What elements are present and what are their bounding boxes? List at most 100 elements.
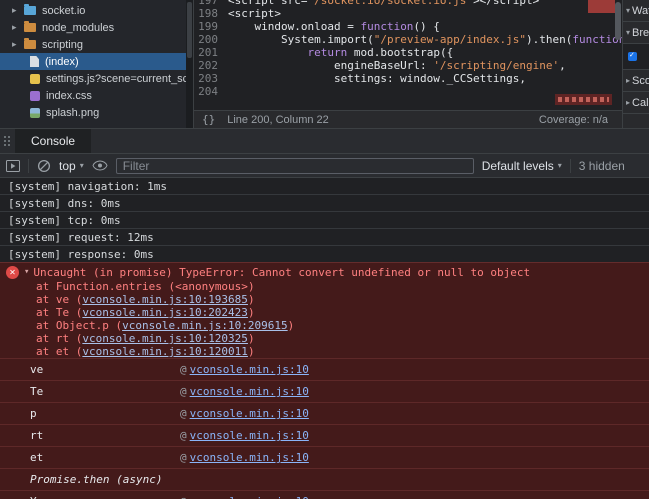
tree-item[interactable]: settings.js?scene=current_sc (0, 70, 186, 87)
tree-item[interactable]: ▸ scripting (0, 36, 186, 53)
tree-item[interactable]: ▸ node_modules (0, 19, 186, 36)
stack-frame-prefix: at rt ( (36, 332, 83, 345)
pretty-print-button[interactable]: {} (202, 113, 215, 126)
stack-frame-suffix: ) (247, 332, 255, 345)
code-token: System.import( (228, 33, 374, 46)
file-page-icon (30, 56, 39, 67)
tree-item[interactable]: ▸ socket.io (0, 2, 186, 19)
tree-item[interactable]: index.css (0, 87, 186, 104)
console-toolbar: top ▾ Default levels ▾ 3 hidden (0, 154, 649, 178)
stack-table-row: et @ vconsole.min.js:10 (0, 446, 649, 468)
coverage-status[interactable]: Coverage: n/a (539, 114, 608, 126)
chevron-right-icon[interactable]: ▸ (12, 22, 24, 33)
tab-console[interactable]: Console (15, 129, 92, 153)
tree-item[interactable]: (index) (0, 53, 186, 70)
stack-frame-suffix: ) (287, 319, 295, 332)
code-text: <script src="/socket.io/socket.io.js"></… (228, 0, 539, 7)
sidebar-section-label: Watch (632, 4, 649, 17)
code-text: settings: window._CCSettings, (228, 72, 526, 85)
chevron-right-icon[interactable]: ▸ (12, 39, 24, 50)
file-css-icon (30, 90, 40, 101)
tree-item[interactable]: splash.png (0, 104, 186, 121)
file-tree-scrollbar[interactable] (186, 0, 193, 128)
stack-frame: at ve (vconsole.min.js:10:193685) (0, 293, 649, 306)
line-number[interactable]: 200 (194, 33, 228, 46)
sidebar-section-watch[interactable]: ▾Watch (623, 0, 649, 22)
tree-item-label: (index) (45, 55, 79, 68)
source-link[interactable]: vconsole.min.js:10 (190, 363, 309, 376)
at-symbol: @ (180, 495, 187, 499)
toolbar-divider (569, 158, 571, 173)
stack-frame: at Function.entries (<anonymous>) (0, 280, 649, 293)
stack-table-row: rt @ vconsole.min.js:10 (0, 424, 649, 446)
source-link[interactable]: vconsole.min.js:10:209615 (122, 319, 288, 332)
breakpoint-entry (623, 44, 649, 70)
code-text: System.import("/preview-app/index.js").t… (228, 33, 622, 46)
console-message: [system] dns: 0ms (0, 195, 649, 212)
sidebar-section-breakpoints[interactable]: ▾Breakpoints (623, 22, 649, 44)
default-levels-label: Default levels (481, 158, 554, 173)
at-symbol: @ (180, 363, 187, 376)
inline-error-marker[interactable] (588, 0, 615, 13)
toolbar-divider (28, 158, 29, 173)
stack-frame-prefix: at ve ( (36, 293, 83, 306)
code-token: <script src= (228, 0, 308, 7)
code-token: return (307, 46, 348, 59)
clear-console-icon[interactable] (37, 159, 51, 173)
code-line: 198 <script> (194, 7, 622, 20)
context-selector[interactable]: top ▾ (59, 159, 84, 173)
hidden-messages-count[interactable]: 3 hidden (579, 159, 625, 173)
context-selector-label: top (59, 158, 76, 173)
line-number[interactable]: 197 (194, 0, 228, 7)
source-link[interactable]: vconsole.min.js:10 (190, 385, 309, 398)
stack-frame-suffix: ) (247, 306, 255, 319)
code-token: () { (413, 20, 440, 33)
console-tabbar: Console (0, 129, 649, 154)
stack-function: p (30, 407, 37, 420)
stack-frame-suffix: ) (247, 293, 255, 306)
source-link[interactable]: vconsole.min.js:10:120011 (82, 345, 248, 358)
source-link[interactable]: vconsole.min.js:10:120325 (82, 332, 248, 345)
expand-triangle-icon[interactable]: ▾ (24, 266, 29, 279)
file-img-icon (30, 107, 40, 118)
line-number[interactable]: 198 (194, 7, 228, 20)
source-link[interactable]: vconsole.min.js:10:202423 (82, 306, 248, 319)
editor-scrollbar[interactable] (615, 2, 621, 40)
source-link[interactable]: vconsole.min.js:10 (190, 451, 309, 464)
chevron-right-icon[interactable]: ▸ (12, 5, 24, 16)
line-number[interactable]: 201 (194, 46, 228, 59)
line-number[interactable]: 202 (194, 59, 228, 72)
sidebar-section-scope[interactable]: ▸Scope (623, 70, 649, 92)
at-symbol: @ (180, 451, 187, 464)
sidebar-section-label: Call Stack (632, 96, 649, 109)
stack-function: Y (30, 495, 180, 499)
line-number[interactable]: 203 (194, 72, 228, 85)
folder-blue-icon (24, 4, 36, 15)
console-sidebar-toggle-icon[interactable] (6, 159, 20, 172)
line-number[interactable]: 199 (194, 20, 228, 33)
source-link[interactable]: vconsole.min.js:10 (190, 495, 309, 499)
eye-icon[interactable] (92, 160, 108, 171)
line-number[interactable]: 204 (194, 85, 228, 98)
code-token: <script> (228, 7, 281, 20)
at-symbol: @ (180, 429, 187, 442)
stack-function: ve (30, 363, 44, 376)
default-levels-dropdown[interactable]: Default levels ▾ (482, 159, 562, 173)
error-icon: ✕ (6, 266, 19, 279)
drawer-handle-icon[interactable] (0, 129, 15, 153)
source-link[interactable]: vconsole.min.js:10 (190, 407, 309, 420)
chevron-down-icon: ▾ (626, 6, 631, 15)
sidebar-section-call-stack[interactable]: ▸Call Stack (623, 92, 649, 114)
chevron-right-icon: ▸ (626, 98, 631, 107)
code-token: ).then( (526, 33, 573, 46)
code-token: '/scripting/engine' (433, 59, 560, 72)
scrollbar-thumb[interactable] (187, 2, 192, 58)
breakpoint-checkbox[interactable] (628, 51, 637, 61)
filter-input[interactable] (115, 157, 474, 174)
code-token: ></script> (473, 0, 540, 7)
source-link[interactable]: vconsole.min.js:10 (190, 429, 309, 442)
source-link[interactable]: vconsole.min.js:10:193685 (82, 293, 248, 306)
code-line: 200 System.import("/preview-app/index.js… (194, 33, 622, 46)
chevron-down-icon: ▾ (626, 28, 631, 37)
tree-item-label: socket.io (42, 4, 86, 17)
